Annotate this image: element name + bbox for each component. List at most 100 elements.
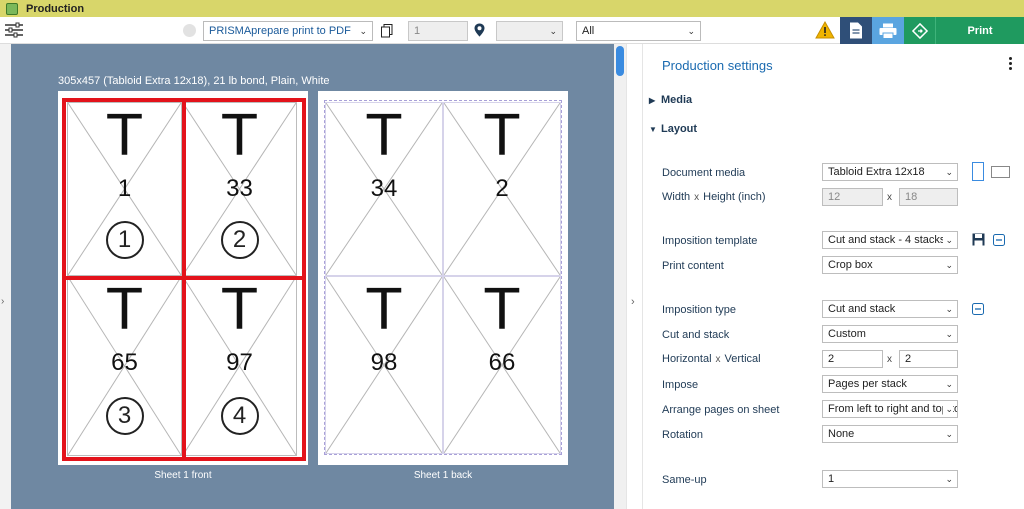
page-tile: T 2 xyxy=(443,102,561,276)
chevron-down-icon: ⌄ xyxy=(549,26,557,37)
copies-value: 1 xyxy=(414,25,421,37)
stack-outline xyxy=(182,98,306,280)
document-icon xyxy=(850,22,862,39)
chevron-right-icon[interactable]: › xyxy=(631,296,635,308)
toolbar: PRISMAprepare print to PDF ⌄ 1 ⌄ All ⌄ P… xyxy=(0,17,1024,44)
stack-outline xyxy=(182,276,306,461)
rotation-select[interactable]: None ⌄ xyxy=(822,425,958,443)
scrollbar-thumb[interactable] xyxy=(616,46,624,76)
orientation-t-icon: T xyxy=(366,278,402,343)
section-media[interactable]: ▶ Media xyxy=(649,94,692,106)
settings-sliders-icon[interactable] xyxy=(5,22,23,41)
rotation-label: Rotation xyxy=(662,429,703,441)
vertical-value: 2 xyxy=(905,353,912,365)
times-label: x xyxy=(694,192,700,203)
orientation-t-icon: T xyxy=(366,104,402,169)
height-label: Height (inch) xyxy=(703,191,766,203)
chevron-down-icon: ⌄ xyxy=(943,304,953,315)
copies-input[interactable]: 1 xyxy=(408,21,468,41)
printer-select[interactable]: PRISMAprepare print to PDF ⌄ xyxy=(203,21,373,41)
save-icon[interactable] xyxy=(972,233,985,249)
height-value: 18 xyxy=(905,191,918,203)
print-content-value: Crop box xyxy=(828,259,873,271)
cut-and-stack-select[interactable]: Custom ⌄ xyxy=(822,325,958,343)
page-number: 2 xyxy=(495,175,509,202)
sheet-back-label: Sheet 1 back xyxy=(413,470,473,481)
app-icon xyxy=(6,2,18,15)
stack-outline xyxy=(62,276,186,461)
cut-and-stack-label: Cut and stack xyxy=(662,329,730,341)
panel-splitter[interactable]: › xyxy=(626,44,643,509)
arrange-pages-select[interactable]: From left to right and top to bottom ⌄ xyxy=(822,400,958,418)
location-select[interactable]: ⌄ xyxy=(496,21,563,41)
process-button[interactable] xyxy=(904,17,936,44)
document-media-label: Document media xyxy=(662,167,746,179)
chevron-down-icon: ⌄ xyxy=(943,379,953,390)
document-view-button[interactable] xyxy=(840,17,872,44)
vertical-label: Vertical xyxy=(724,353,761,365)
print-content-label: Print content xyxy=(662,260,724,272)
width-value: 12 xyxy=(828,191,841,203)
imposition-template-select[interactable]: Cut and stack - 4 stacks ⌄ xyxy=(822,231,958,249)
more-options-icon[interactable] xyxy=(1009,57,1013,72)
print-button[interactable]: Print xyxy=(936,17,1024,44)
imposition-type-value: Cut and stack xyxy=(828,303,896,315)
chevron-right-icon[interactable]: › xyxy=(1,296,4,307)
chevron-down-icon: ⌄ xyxy=(943,329,953,340)
horizontal-label: Horizontal xyxy=(662,353,712,365)
imposition-type-label: Imposition type xyxy=(662,304,736,316)
vertical-input[interactable]: 2 xyxy=(899,350,958,368)
same-up-select[interactable]: 1 ⌄ xyxy=(822,470,958,488)
preview-area: 305x457 (Tabloid Extra 12x18), 21 lb bon… xyxy=(11,44,614,509)
impose-label: Impose xyxy=(662,379,699,391)
imposition-template-label: Imposition template xyxy=(662,235,758,247)
cut-and-stack-value: Custom xyxy=(828,328,866,340)
chevron-down-icon: ⌄ xyxy=(943,260,953,271)
imposition-template-value: Cut and stack - 4 stacks xyxy=(828,234,946,246)
chevron-down-icon: ⌄ xyxy=(943,167,953,178)
same-up-value: 1 xyxy=(828,473,835,485)
document-media-select[interactable]: Tabloid Extra 12x18 ⌄ xyxy=(822,163,958,181)
panel-title: Production settings xyxy=(662,58,773,73)
impose-select[interactable]: Pages per stack ⌄ xyxy=(822,375,958,393)
sheet-front[interactable]: T 1 1 T 33 2 T 65 3 T 97 4 xyxy=(58,91,308,465)
caret-down-icon: ▼ xyxy=(649,125,657,134)
page-number: 34 xyxy=(370,175,398,202)
stack-outline xyxy=(62,98,186,280)
width-label: Width xyxy=(662,191,691,203)
portrait-orientation-icon[interactable] xyxy=(972,162,984,181)
filter-value: All xyxy=(582,25,595,37)
page-tile: T 98 xyxy=(325,276,443,454)
chevron-down-icon: ⌄ xyxy=(943,404,953,415)
arrange-pages-label: Arrange pages on sheet xyxy=(662,404,780,416)
status-indicator-icon xyxy=(183,24,196,37)
rotation-value: None xyxy=(828,428,855,440)
left-collapse-strip[interactable]: › xyxy=(0,44,11,509)
print-content-select[interactable]: Crop box ⌄ xyxy=(822,256,958,274)
document-media-value: Tabloid Extra 12x18 xyxy=(828,166,925,178)
collapse-minus-icon[interactable] xyxy=(972,303,984,318)
imposition-type-select[interactable]: Cut and stack ⌄ xyxy=(822,300,958,318)
grid-times-separator: x xyxy=(887,354,892,365)
collapse-minus-icon[interactable] xyxy=(993,234,1005,249)
warning-icon[interactable] xyxy=(815,20,835,42)
horizontal-input[interactable]: 2 xyxy=(822,350,883,368)
section-layout[interactable]: ▼ Layout xyxy=(649,123,697,135)
width-input[interactable]: 12 xyxy=(822,188,883,206)
sheet-back[interactable]: T 34 T 2 T 98 T 66 xyxy=(318,91,568,465)
landscape-orientation-icon[interactable] xyxy=(991,166,1010,178)
production-settings-panel: Production settings ▶ Media ▼ Layout Docum… xyxy=(643,44,1024,509)
times-label: x xyxy=(715,354,721,365)
horizontal-value: 2 xyxy=(828,353,835,365)
filter-select[interactable]: All ⌄ xyxy=(576,21,701,41)
height-input[interactable]: 18 xyxy=(899,188,958,206)
printer-view-button[interactable] xyxy=(872,17,904,44)
caret-right-icon: ▶ xyxy=(649,96,656,105)
copies-icon xyxy=(381,24,393,41)
preview-scrollbar[interactable] xyxy=(614,44,626,509)
page-number: 66 xyxy=(488,349,516,376)
diamond-arrow-icon xyxy=(911,22,928,39)
location-pin-icon xyxy=(474,23,485,40)
same-up-label: Same-up xyxy=(662,474,707,486)
arrange-pages-value: From left to right and top to bottom xyxy=(828,403,957,415)
